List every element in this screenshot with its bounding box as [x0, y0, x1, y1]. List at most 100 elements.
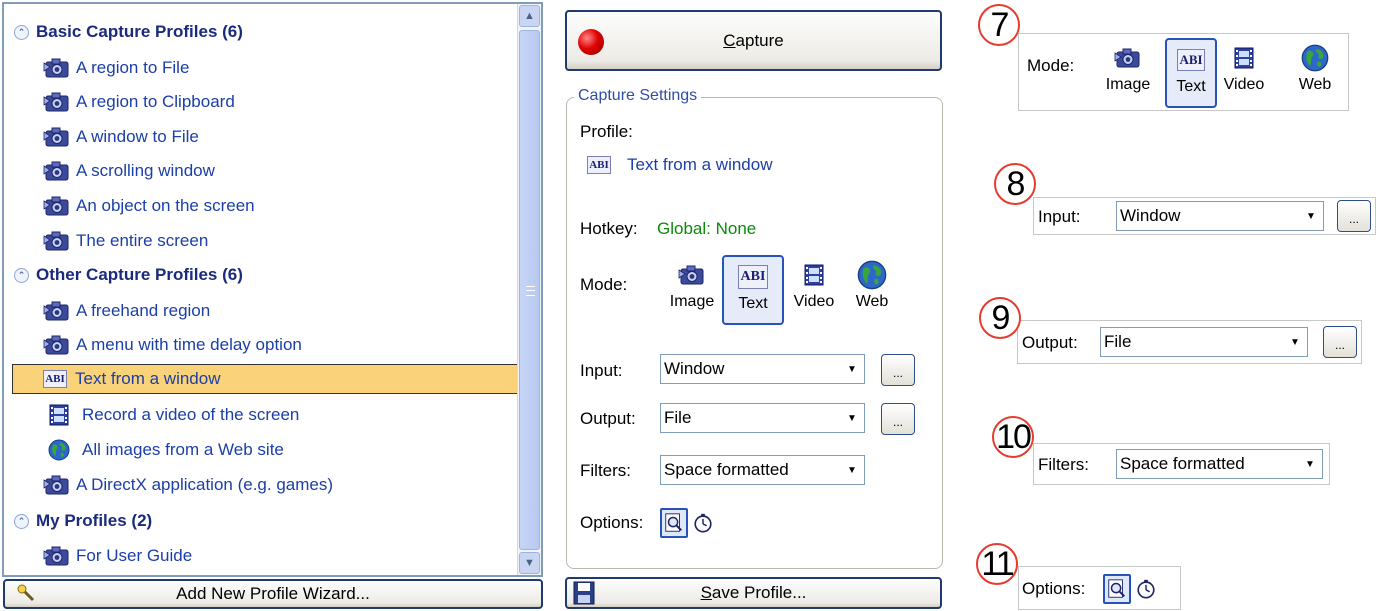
profile-item[interactable]: An object on the screen: [42, 191, 255, 221]
collapse-icon[interactable]: ⌃: [14, 24, 29, 40]
save-profile-button[interactable]: Save Profile...: [565, 577, 942, 609]
callout-filters-panel: Filters: Space formatted ▼: [1033, 443, 1330, 485]
input-select[interactable]: Window ▼: [1116, 201, 1324, 231]
text-abi-icon: ABI: [1177, 49, 1205, 71]
callout-badge-10: 10: [992, 416, 1034, 458]
filters-select[interactable]: Space formatted ▼: [660, 455, 865, 485]
filters-select[interactable]: Space formatted ▼: [1116, 449, 1323, 479]
magnifier-icon: [663, 512, 685, 534]
profile-item[interactable]: A region to File: [42, 53, 189, 83]
camera-icon: [42, 57, 72, 79]
mode-text-button[interactable]: ABI Text: [722, 255, 784, 325]
wand-icon: [17, 584, 35, 602]
capture-settings-legend: Capture Settings: [574, 87, 702, 105]
profile-item[interactable]: The entire screen: [42, 226, 208, 256]
globe-icon: [48, 439, 70, 461]
capture-settings-group: Capture Settings Profile: ABI Text from …: [566, 87, 943, 569]
chevron-down-icon: ▼: [847, 412, 857, 424]
globe-icon: [857, 260, 887, 290]
chevron-down-icon: ▼: [847, 464, 857, 476]
input-options-button[interactable]: ...: [1337, 200, 1371, 232]
callout-input-panel: Input: Window ▼ ...: [1033, 197, 1376, 235]
group-header-basic[interactable]: ⌃ Basic Capture Profiles (6): [14, 17, 243, 47]
option-delay-toggle[interactable]: [689, 508, 717, 538]
output-select[interactable]: File ▼: [1100, 327, 1308, 357]
add-profile-wizard-button[interactable]: Add New Profile Wizard...: [3, 579, 543, 609]
profile-item[interactable]: A region to Clipboard: [42, 87, 235, 117]
capture-button[interactable]: Capture: [565, 10, 942, 71]
input-select[interactable]: Window ▼: [660, 354, 865, 384]
mode-image-button[interactable]: Image: [663, 255, 721, 325]
mode-label: Mode:: [580, 275, 628, 294]
callout-output-label: Output:: [1022, 333, 1078, 352]
scroll-up-button[interactable]: ▲: [519, 5, 540, 27]
scroll-thumb[interactable]: [519, 30, 540, 550]
callout-badge-9: 9: [979, 297, 1021, 339]
profile-tree: ⌃ Basic Capture Profiles (6) A region to…: [2, 2, 543, 577]
globe-icon: [1301, 44, 1329, 72]
chevron-down-icon: ▼: [1305, 458, 1315, 470]
option-delay-toggle[interactable]: [1132, 574, 1160, 604]
input-options-button[interactable]: ...: [881, 354, 915, 386]
profile-item[interactable]: Record a video of the screen: [48, 400, 299, 430]
mode-web-button[interactable]: Web: [1287, 38, 1343, 106]
hotkey-label: Hotkey:: [580, 219, 638, 238]
callout-output-panel: Output: File ▼ ...: [1017, 320, 1362, 364]
add-profile-wizard-label: Add New Profile Wizard...: [176, 584, 370, 603]
profile-value: Text from a window: [627, 155, 773, 174]
profile-item-label: A scrolling window: [76, 161, 215, 180]
vertical-scrollbar[interactable]: ▲ ▼: [517, 4, 541, 575]
output-select[interactable]: File ▼: [660, 403, 865, 433]
camera-icon: [42, 91, 72, 113]
group-header-other[interactable]: ⌃ Other Capture Profiles (6): [14, 260, 243, 290]
profile-item[interactable]: A scrolling window: [42, 156, 215, 186]
camera-icon: [42, 300, 72, 322]
camera-icon: [42, 230, 72, 252]
group-header-my[interactable]: ⌃ My Profiles (2): [14, 506, 152, 536]
profile-item-label: A DirectX application (e.g. games): [76, 475, 334, 494]
option-preview-toggle[interactable]: [660, 508, 688, 538]
profile-item[interactable]: A window to File: [42, 122, 199, 152]
options-label: Options:: [580, 513, 644, 532]
floppy-icon: [573, 581, 595, 605]
hotkey-value[interactable]: Global: None: [657, 219, 756, 239]
mode-web-button[interactable]: Web: [843, 255, 901, 325]
camera-icon: [677, 263, 707, 287]
output-label: Output:: [580, 409, 636, 428]
profile-item[interactable]: All images from a Web site: [48, 435, 284, 465]
callout-input-label: Input:: [1038, 207, 1081, 226]
profile-item[interactable]: A DirectX application (e.g. games): [42, 470, 333, 500]
profile-item-selected[interactable]: ABI Text from a window: [12, 364, 518, 394]
mode-video-button[interactable]: Video: [1219, 38, 1269, 106]
save-profile-label: Save Profile...: [700, 583, 807, 602]
output-options-button[interactable]: ...: [881, 403, 915, 435]
callout-filters-label: Filters:: [1038, 455, 1089, 474]
callout-badge-11: 11: [976, 543, 1018, 585]
profile-item[interactable]: A menu with time delay option: [42, 330, 302, 360]
callout-badge-8: 8: [994, 163, 1036, 205]
collapse-icon[interactable]: ⌃: [14, 267, 29, 283]
film-icon: [803, 264, 825, 286]
output-options-button[interactable]: ...: [1323, 326, 1357, 358]
collapse-icon[interactable]: ⌃: [14, 513, 29, 529]
profile-label: Profile:: [580, 122, 633, 141]
callout-mode-panel: Mode: Image ABI Text Video Web: [1018, 33, 1349, 111]
film-icon: [1233, 47, 1255, 69]
profile-item-label: A menu with time delay option: [76, 335, 302, 354]
filters-label: Filters:: [580, 461, 631, 480]
mode-video-button[interactable]: Video: [785, 255, 843, 325]
profile-item-label: A window to File: [76, 127, 199, 146]
option-preview-toggle[interactable]: [1103, 574, 1131, 604]
profile-item-label: An object on the screen: [76, 196, 255, 215]
profile-item-label: A freehand region: [76, 301, 211, 320]
input-label: Input:: [580, 361, 623, 380]
camera-icon: [42, 160, 72, 182]
text-abi-icon: ABI: [43, 370, 67, 388]
profile-item[interactable]: A freehand region: [42, 296, 210, 326]
profile-item[interactable]: For User Guide: [42, 541, 192, 571]
film-icon: [48, 404, 70, 426]
scroll-down-button[interactable]: ▼: [519, 552, 540, 574]
mode-image-button[interactable]: Image: [1099, 38, 1157, 106]
mode-text-button[interactable]: ABI Text: [1165, 38, 1217, 108]
camera-icon: [42, 126, 72, 148]
